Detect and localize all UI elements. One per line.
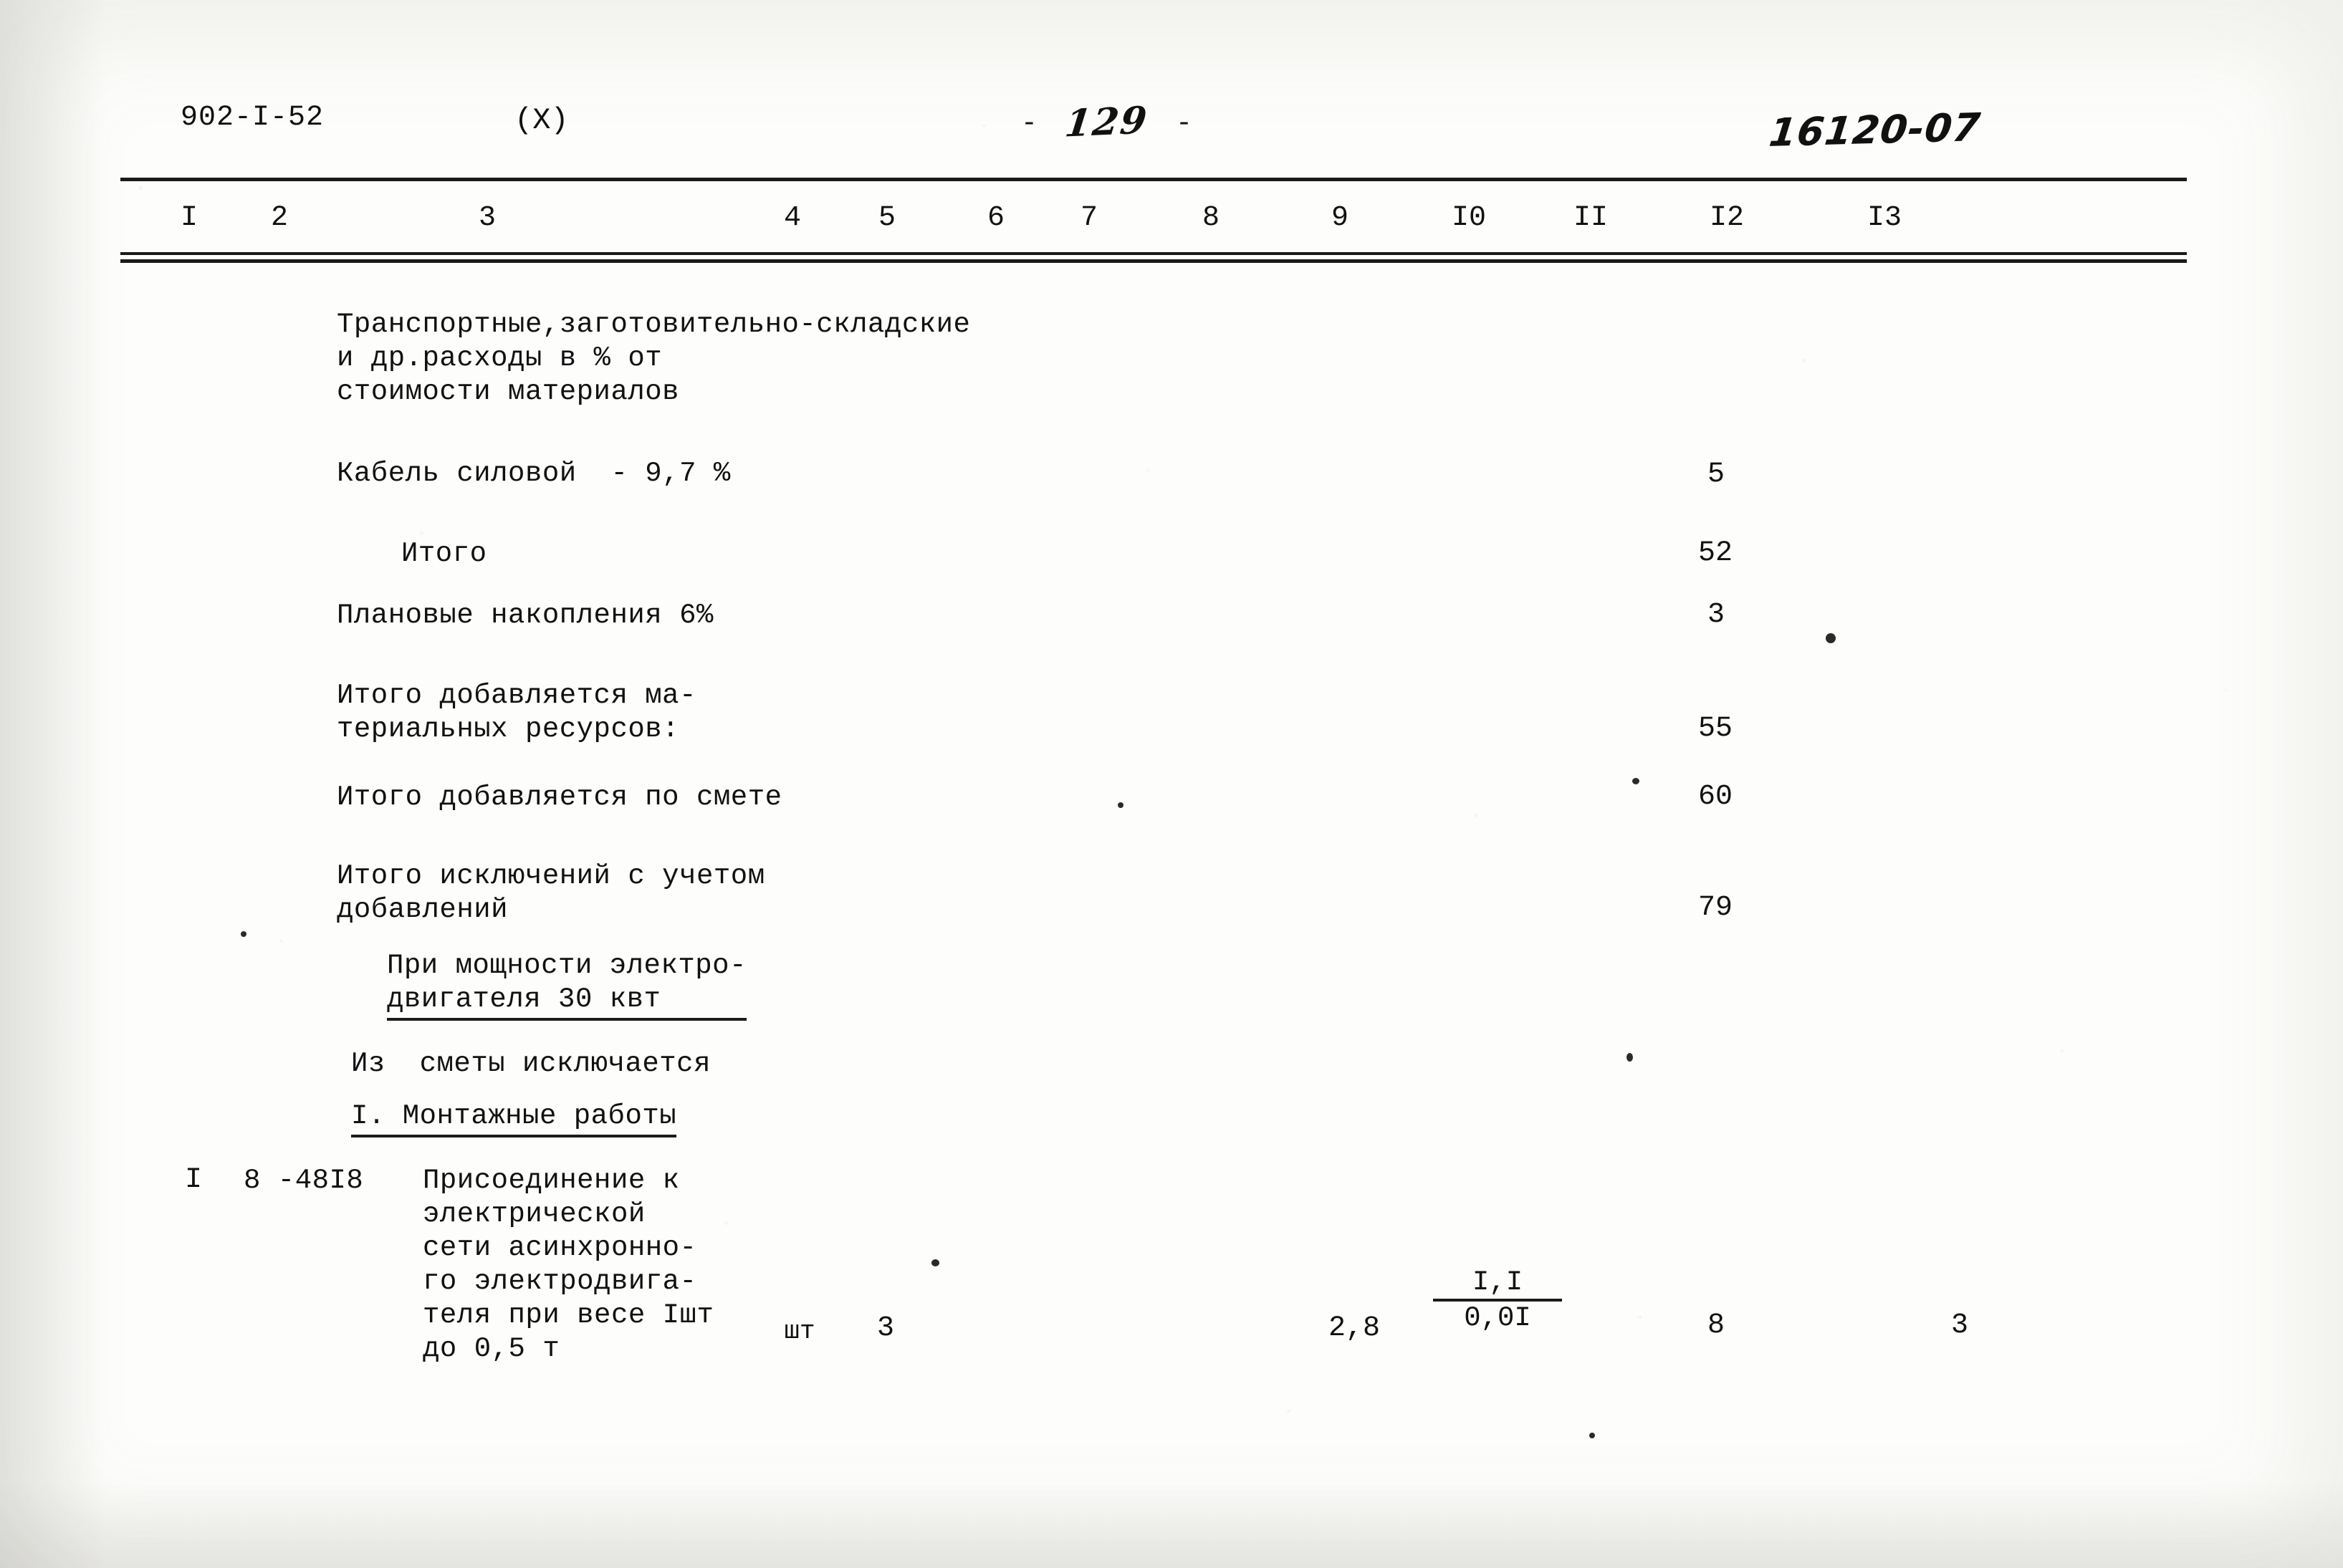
column-number-4: 4 — [783, 202, 801, 234]
value-col9-motor-connection-item: 2,8 — [1328, 1312, 1380, 1345]
table-header-rule-lower — [120, 259, 2187, 263]
ink-speck — [1589, 1433, 1595, 1438]
table-row-excluded-from-estimate-heading: Из сметы исключается — [351, 1048, 711, 1079]
value-col10-denominator: 0,0I — [1464, 1302, 1531, 1334]
value-col12-total-added-material-resources: 55 — [1697, 713, 1733, 745]
ink-speck — [931, 1259, 939, 1266]
value-col12-total-exclusions-with-additions: 79 — [1697, 892, 1733, 924]
column-number-12: I2 — [1709, 202, 1744, 234]
table-row-transport-overhead-heading: Транспортные,заготовительно-складские и … — [337, 309, 971, 408]
value-col12-total-added-by-estimate: 60 — [1697, 781, 1733, 813]
column-number-5: 5 — [878, 202, 896, 234]
ink-speck — [1118, 802, 1123, 808]
table-row-total-exclusions-with-additions: Итого исключений с учетом добавлений — [337, 860, 765, 925]
table-row-power-cable-percent: Кабель силовой - 9,7 % — [337, 458, 731, 489]
value-col3-motor-connection-item: Присоединение к электрической сети асинх… — [423, 1165, 714, 1365]
scan-gutter-shading — [0, 0, 107, 1568]
document-page: 902-I-52 (X) - 129 - 16120-07 I 2 3 4 5 … — [0, 0, 2343, 1568]
page-number-dash-right: - — [1176, 108, 1192, 139]
column-number-3: 3 — [478, 202, 496, 234]
ink-speck — [1626, 1053, 1633, 1062]
table-row-installation-works-heading: I. Монтажные работы — [351, 1100, 677, 1137]
page-number-dash-left: - — [1021, 108, 1038, 139]
table-row-total-added-material-resources: Итого добавляется ма- териальных ресурсо… — [337, 680, 696, 745]
value-col2-motor-connection-item: 8 -48I8 — [244, 1165, 364, 1196]
column-number-6: 6 — [987, 202, 1005, 234]
table-row-subtotal: Итого — [401, 538, 487, 569]
table-top-rule — [120, 178, 2187, 181]
column-number-11: II — [1573, 202, 1608, 234]
column-number-1: I — [180, 202, 198, 234]
value-col13-motor-connection-item: 3 — [1950, 1309, 1968, 1342]
column-number-13: I3 — [1867, 202, 1902, 234]
value-col12-power-cable-percent: 5 — [1707, 458, 1725, 491]
value-col12-subtotal: 52 — [1697, 537, 1733, 569]
column-number-9: 9 — [1331, 202, 1348, 234]
column-number-7: 7 — [1080, 202, 1098, 234]
ink-speck — [1826, 633, 1836, 643]
page-number-value: 129 — [1063, 98, 1151, 146]
column-number-10: I0 — [1451, 202, 1486, 234]
value-col10-numerator: I,I — [1472, 1266, 1523, 1298]
table-row-planned-savings: Плановые накопления 6% — [337, 600, 714, 631]
scan-bottom-shading — [0, 1482, 2343, 1568]
table-row-motor-power-heading: При мощности электро- двигателя 30 квт — [387, 949, 747, 1021]
document-code: 902-I-52 — [181, 102, 325, 134]
value-col5-motor-connection-item: 3 — [876, 1312, 894, 1345]
column-number-2: 2 — [270, 202, 288, 234]
value-col12-motor-connection-item: 8 — [1707, 1309, 1725, 1342]
value-col1-motor-connection-item: I — [184, 1164, 202, 1196]
ink-speck — [241, 931, 246, 937]
column-number-8: 8 — [1202, 202, 1220, 234]
page-number: - 129 - — [1021, 98, 1192, 146]
value-col4-motor-connection-item: шт — [784, 1317, 815, 1346]
value-col12-planned-savings: 3 — [1707, 599, 1725, 631]
ink-speck — [1632, 778, 1639, 784]
table-row-total-added-by-estimate: Итого добавляется по смете — [337, 781, 782, 813]
table-header-rule-upper — [120, 252, 2187, 255]
fraction-bar — [1433, 1299, 1562, 1302]
variant-mark: (X) — [514, 103, 569, 138]
sheet-code: 16120-07 — [1766, 105, 1983, 155]
value-col10-motor-connection-item: I,I 0,0I — [1433, 1266, 1562, 1334]
